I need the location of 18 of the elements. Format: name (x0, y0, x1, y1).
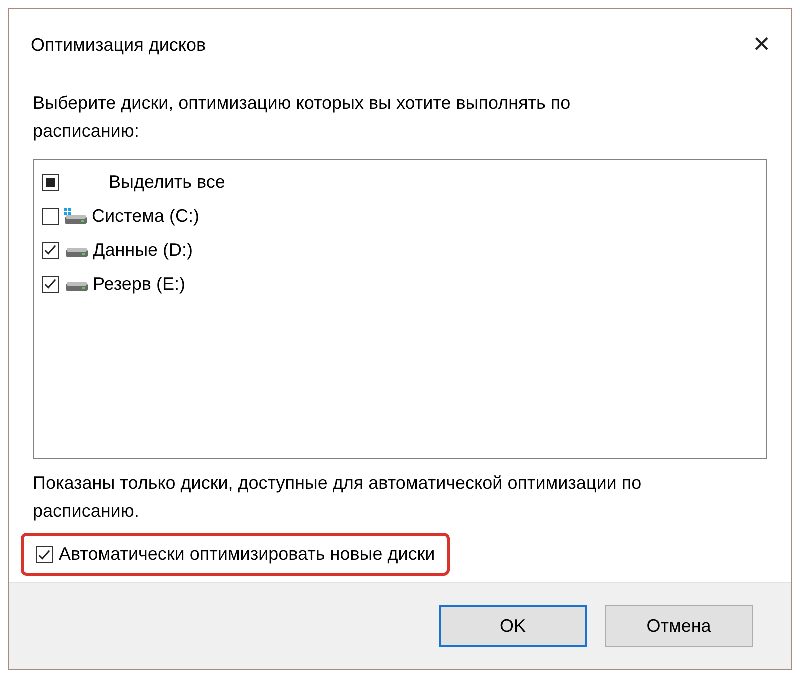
drive-label[interactable]: Выделить все (109, 172, 226, 192)
window-title: Оптимизация дисков (31, 34, 206, 56)
ok-button[interactable]: OK (439, 605, 587, 647)
drive-icon (66, 248, 88, 257)
checkbox-label[interactable]: Автоматически оптимизировать новые диски (59, 544, 436, 565)
cancel-button[interactable]: Отмена (605, 605, 753, 647)
drive-label[interactable]: Данные (D:) (93, 240, 194, 260)
drive-icon (66, 282, 88, 291)
checkbox[interactable] (42, 174, 59, 190)
checkbox[interactable] (42, 208, 59, 224)
note-text: Показаны только диски, доступные для автоматической оптимизации по расписанию. (33, 472, 643, 523)
checkbox[interactable] (42, 276, 59, 292)
drive-label[interactable]: Резерв (E:) (93, 274, 186, 294)
checkbox[interactable] (42, 242, 59, 258)
drive-label[interactable]: Система (C:) (92, 206, 200, 226)
checkbox[interactable] (36, 546, 53, 563)
system-drive-icon (64, 208, 87, 224)
instruction-text: Выберите диски, оптимизацию которых вы хотите выполнять по расписанию: (33, 92, 572, 143)
